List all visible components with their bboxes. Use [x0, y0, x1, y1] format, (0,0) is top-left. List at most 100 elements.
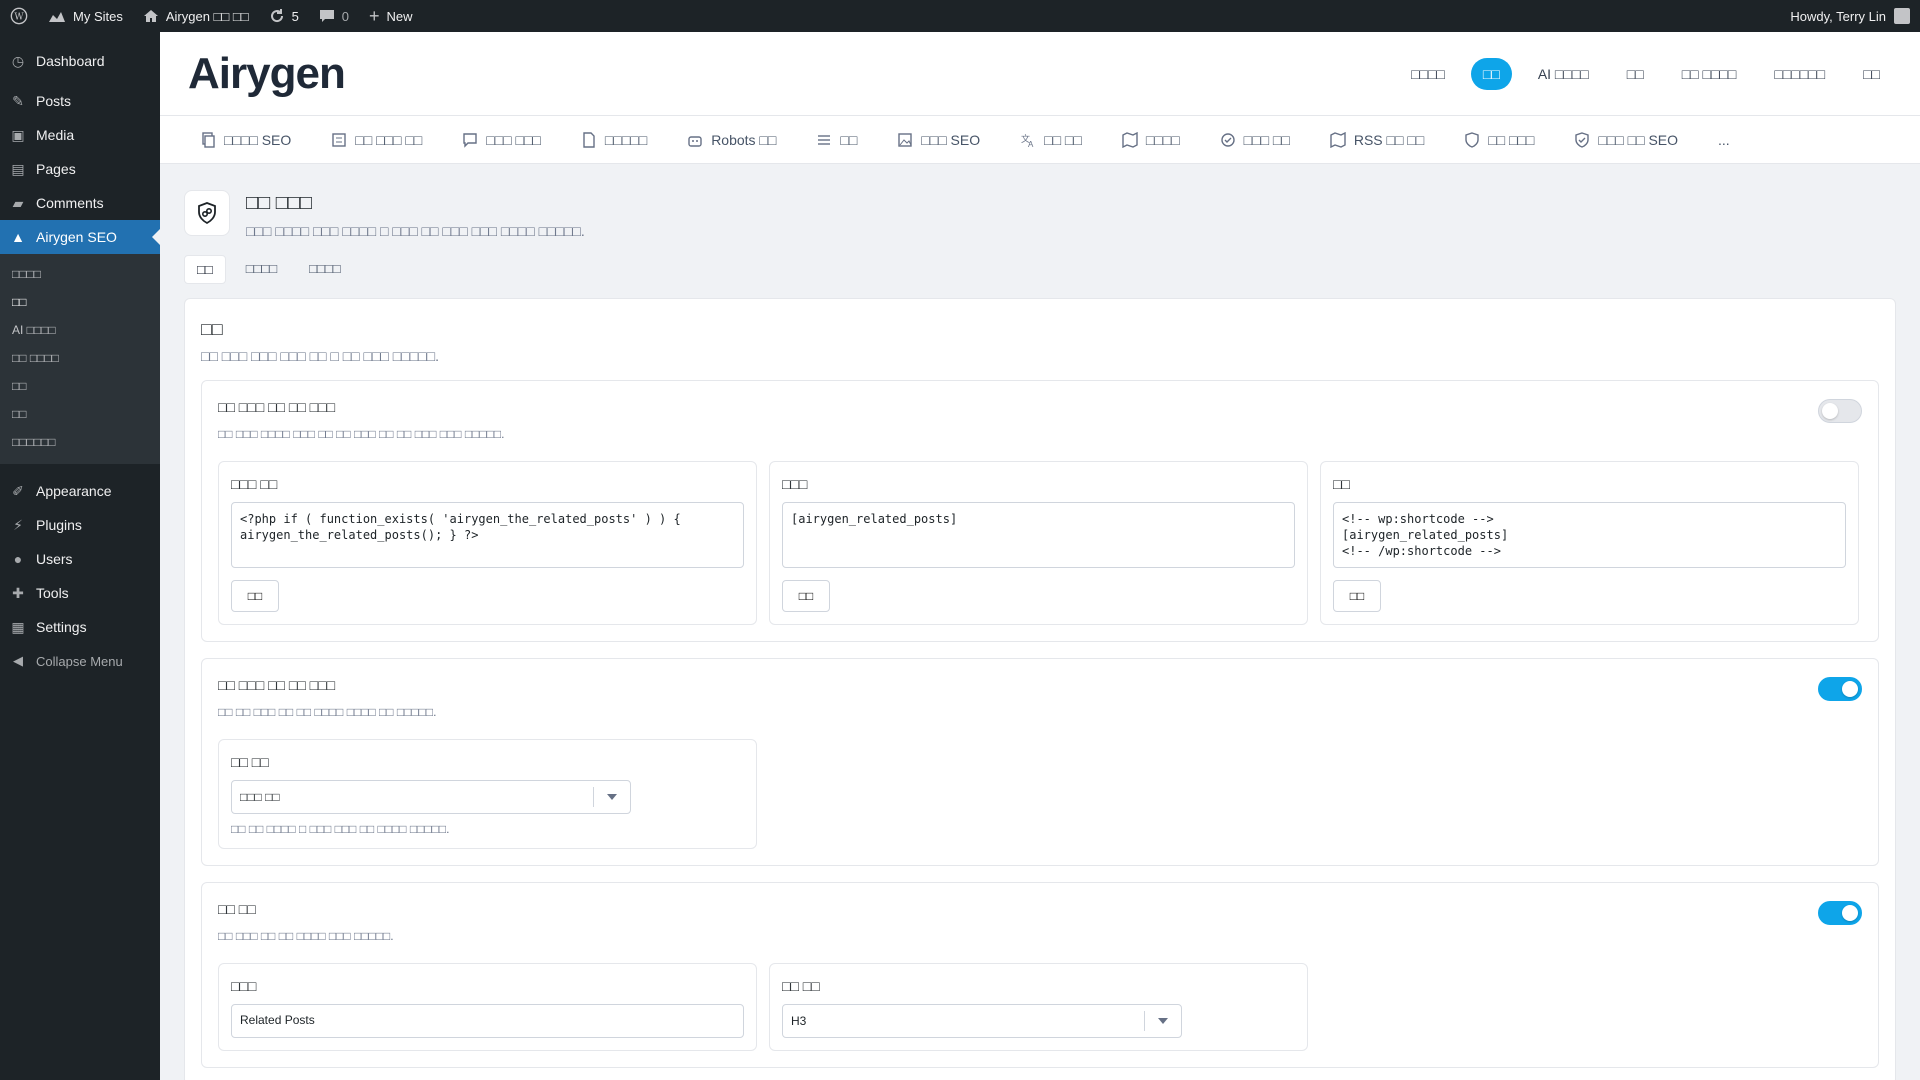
snippet-box: □□ <!-- wp:shortcode --> [airygen_relate…: [1320, 461, 1859, 625]
snippet-textarea[interactable]: [airygen_related_posts]: [782, 502, 1295, 568]
copy-button[interactable]: □□: [1333, 580, 1381, 612]
rss-icon: [1330, 131, 1346, 148]
subnav-item[interactable]: □□ □□□ □□: [331, 132, 422, 148]
nav-item[interactable]: □□: [1615, 58, 1656, 90]
collapse-menu-button[interactable]: ◀ Collapse Menu: [0, 644, 160, 678]
subnav-item[interactable]: □□□□ SEO: [200, 132, 291, 148]
collapse-icon: ◀: [13, 653, 23, 668]
sidebar-item-pages[interactable]: ▤ Pages: [0, 152, 160, 186]
subnav-item[interactable]: □□ □□□: [1464, 132, 1534, 148]
sidebar-item-appearance[interactable]: ✐ Appearance: [0, 474, 160, 508]
airygen-submenu: □□□□ □□ AI □□□□ □□ □□□□ □□ □□ □□□□□□: [0, 254, 160, 464]
subnav-item[interactable]: □□: [816, 132, 857, 148]
placement-select[interactable]: □□□ □□: [231, 780, 631, 814]
settings-icon: ▦: [11, 618, 25, 635]
snippet-textarea[interactable]: <?php if ( function_exists( 'airygen_the…: [231, 502, 744, 568]
nav-item[interactable]: □□: [1851, 58, 1892, 90]
submenu-item[interactable]: □□□□: [0, 260, 160, 288]
top-nav: □□□□ □□ AI □□□□ □□ □□ □□□□ □□□□□□ □□: [1399, 57, 1892, 90]
updates-link[interactable]: 5: [259, 0, 309, 32]
shield-link-icon: [1465, 131, 1479, 148]
page-title: □□ □□□: [246, 192, 312, 214]
tab[interactable]: □□□□: [234, 255, 289, 284]
nav-item[interactable]: AI □□□□: [1526, 58, 1601, 90]
fields-row: □□ □□ □□□ □□ □□ □□ □□□□ □ □□□ □□□ □□ □□□…: [218, 739, 1862, 849]
submenu-item[interactable]: □□□□□□: [0, 428, 160, 456]
sidebar-item-airygen-seo[interactable]: ▲ Airygen SEO: [0, 220, 160, 254]
nav-item[interactable]: □□□□: [1399, 58, 1457, 90]
sidebar-item-media[interactable]: ▣ Media: [0, 118, 160, 152]
field-box: □□ □□ H3: [769, 963, 1308, 1051]
subnav-item[interactable]: □□□□: [1122, 131, 1180, 148]
admin-sidebar: ◷ Dashboard ✎ Posts ▣ Media ▤ Pages ▰ Comment…: [0, 32, 160, 1080]
new-content-link[interactable]: + New: [359, 0, 423, 32]
copy-button[interactable]: □□: [782, 580, 830, 612]
sidebar-item-plugins[interactable]: ⚡ Plugins: [0, 508, 160, 542]
section-toggle[interactable]: [1818, 399, 1862, 423]
submenu-item[interactable]: □□: [0, 372, 160, 400]
copy-button[interactable]: □□: [231, 580, 279, 612]
sidebar-item-label: Tools: [36, 585, 69, 601]
airygen-logo[interactable]: Airygen: [188, 49, 346, 99]
subnav-item[interactable]: □□□ □□□: [462, 132, 541, 148]
settings-section: □□ □□□ □□ □□ □□□ □□ □□□ □□□□ □□□ □□ □□ □…: [201, 380, 1879, 642]
subnav-label: □□□□□: [604, 131, 648, 148]
sidebar-item-comments[interactable]: ▰ Comments: [0, 186, 160, 220]
section-toggle[interactable]: [1818, 901, 1862, 925]
sidebar-item-settings[interactable]: ▦ Settings: [0, 610, 160, 644]
section-description: □□ □□ □□□ □□ □□ □□□□ □□□□ □□ □□□□□.: [218, 705, 437, 719]
svg-text:A: A: [1028, 140, 1034, 148]
my-sites-label: My Sites: [73, 8, 123, 24]
field-label: □□□: [231, 978, 257, 994]
submenu-item[interactable]: □□: [0, 400, 160, 428]
sidebar-item-users[interactable]: ● Users: [0, 542, 160, 576]
subnav-item[interactable]: □□□ □□ SEO: [1574, 132, 1678, 148]
subnav-item[interactable]: RSS □□ □□: [1330, 131, 1424, 148]
list-icon: [332, 132, 346, 147]
user-account-link[interactable]: Howdy, Terry Lin: [1790, 8, 1920, 24]
submenu-item[interactable]: AI □□□□: [0, 316, 160, 344]
tab-active[interactable]: □□: [184, 255, 226, 284]
plug-icon: ⚡: [13, 516, 23, 533]
plus-icon: +: [369, 6, 380, 26]
subnav-more[interactable]: ...: [1718, 132, 1730, 148]
nav-item[interactable]: □□□□□□: [1762, 58, 1837, 90]
field-label: □□ □□: [231, 754, 269, 770]
network-icon: [49, 12, 65, 22]
page-tabs: □□ □□□□ □□□□: [184, 255, 1896, 284]
title-input[interactable]: Related Posts: [231, 1004, 744, 1038]
subnav-label: □□□□: [1145, 131, 1180, 148]
section-toggle[interactable]: [1818, 677, 1862, 701]
fields-row: □□□ Related Posts □□ □□ H3: [218, 963, 1862, 1051]
pin-icon: ✎: [12, 92, 24, 109]
sidebar-item-dashboard[interactable]: ◷ Dashboard: [0, 44, 160, 78]
site-name-link[interactable]: Airygen □□ □□: [133, 0, 259, 32]
submenu-item[interactable]: □□ □□□□: [0, 344, 160, 372]
comments-link[interactable]: 0: [309, 0, 359, 32]
heading-select[interactable]: H3: [782, 1004, 1182, 1038]
nav-item[interactable]: □□ □□□□: [1670, 58, 1749, 90]
copy-icon: [202, 131, 215, 148]
subnav-item[interactable]: □□□□□: [581, 132, 647, 148]
toggle-knob: [1822, 403, 1838, 419]
tab[interactable]: □□□□: [297, 255, 352, 284]
image-icon: [898, 132, 912, 147]
my-sites-link[interactable]: My Sites: [38, 0, 133, 32]
wp-logo[interactable]: W: [0, 0, 38, 32]
snippet-textarea[interactable]: <!-- wp:shortcode --> [airygen_related_p…: [1333, 502, 1846, 568]
subnav-item[interactable]: □□□ □□: [1220, 132, 1290, 148]
snippet-box: □□□ □□ <?php if ( function_exists( 'airy…: [218, 461, 757, 625]
section-title: □□ □□□ □□ □□ □□□: [218, 677, 336, 693]
submenu-item[interactable]: □□: [0, 288, 160, 316]
sidebar-item-posts[interactable]: ✎ Posts: [0, 84, 160, 118]
toggle-knob: [1842, 681, 1858, 697]
pages-icon: ▤: [11, 160, 25, 177]
subnav-item[interactable]: 文 A □□ □□: [1020, 132, 1082, 148]
nav-item-active[interactable]: □□: [1470, 57, 1512, 90]
sidebar-item-tools[interactable]: ✚ Tools: [0, 576, 160, 610]
page-body: □□ □□□ □□□ □□□□ □□□ □□□□ □ □□□ □□ □□□ □□…: [160, 164, 1920, 1080]
subnav-label: □□: [840, 131, 858, 148]
subnav-item[interactable]: □□□ SEO: [897, 132, 980, 148]
subnav-label: □□ □□: [1044, 131, 1082, 148]
subnav-item[interactable]: Robots □□: [687, 132, 776, 148]
